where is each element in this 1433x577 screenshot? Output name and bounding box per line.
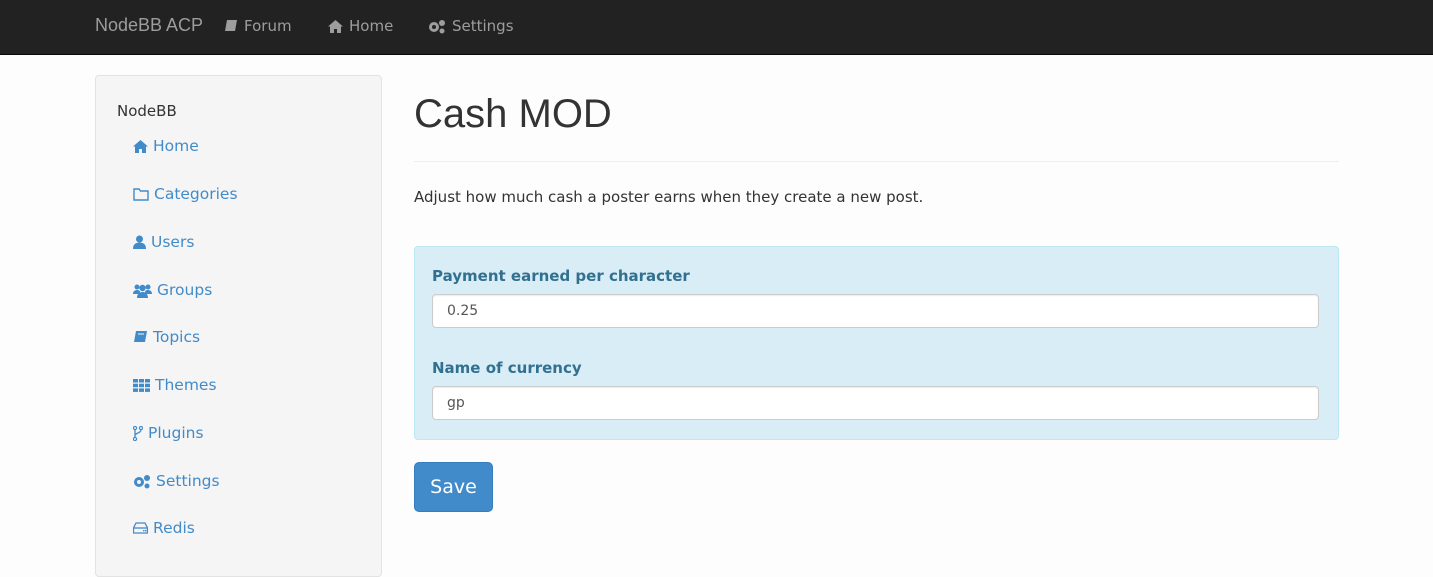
home-icon bbox=[133, 139, 148, 153]
currency-label: Name of currency bbox=[432, 359, 582, 377]
group-icon bbox=[133, 284, 152, 298]
book-icon bbox=[134, 331, 147, 342]
user-icon bbox=[133, 235, 146, 249]
sidebar-item-label: Themes bbox=[155, 376, 217, 394]
nav-forum-link[interactable]: Forum bbox=[224, 17, 292, 35]
code-fork-icon bbox=[133, 425, 143, 441]
home-icon bbox=[328, 19, 343, 33]
nav-forum-label: Forum bbox=[244, 17, 292, 35]
cogs-icon bbox=[429, 19, 445, 33]
payment-input[interactable] bbox=[432, 294, 1319, 328]
currency-input[interactable] bbox=[432, 386, 1319, 420]
hdd-icon bbox=[133, 522, 148, 534]
sidebar-item-plugins[interactable]: Plugins bbox=[133, 424, 204, 442]
sidebar-item-label: Home bbox=[153, 137, 199, 155]
sidebar-item-label: Categories bbox=[154, 185, 238, 203]
sidebar-item-settings[interactable]: Settings bbox=[133, 472, 220, 490]
sidebar-item-themes[interactable]: Themes bbox=[133, 376, 217, 394]
sidebar-item-redis[interactable]: Redis bbox=[133, 519, 195, 537]
page-description: Adjust how much cash a poster earns when… bbox=[414, 188, 924, 206]
nav-settings-label: Settings bbox=[452, 17, 514, 35]
folder-icon bbox=[133, 187, 149, 201]
sidebar-item-label: Plugins bbox=[148, 424, 204, 442]
sidebar: NodeBB Home Categories Users Groups Topi… bbox=[95, 75, 382, 577]
page-title: Cash MOD bbox=[414, 92, 612, 136]
sidebar-item-label: Groups bbox=[157, 281, 213, 299]
cogs-icon bbox=[134, 474, 150, 488]
sidebar-item-label: Topics bbox=[153, 328, 201, 346]
settings-form-panel: Payment earned per character Name of cur… bbox=[414, 246, 1339, 440]
sidebar-title: NodeBB bbox=[117, 102, 177, 120]
nav-home-link[interactable]: Home bbox=[328, 17, 393, 35]
book-icon bbox=[225, 20, 237, 31]
save-button[interactable]: Save bbox=[414, 462, 493, 512]
brand-link[interactable]: NodeBB ACP bbox=[95, 15, 203, 36]
payment-label: Payment earned per character bbox=[432, 267, 690, 285]
grid-icon bbox=[133, 378, 150, 392]
title-divider bbox=[414, 161, 1339, 162]
sidebar-item-categories[interactable]: Categories bbox=[133, 185, 238, 203]
sidebar-item-users[interactable]: Users bbox=[133, 233, 194, 251]
top-navbar: NodeBB ACP Forum Home Settings bbox=[0, 0, 1433, 55]
nav-home-label: Home bbox=[349, 17, 394, 35]
nav-settings-link[interactable]: Settings bbox=[428, 17, 514, 35]
sidebar-item-label: Settings bbox=[156, 472, 220, 490]
sidebar-item-groups[interactable]: Groups bbox=[133, 281, 212, 299]
sidebar-item-topics[interactable]: Topics bbox=[133, 328, 200, 346]
sidebar-item-label: Users bbox=[151, 233, 195, 251]
sidebar-item-home[interactable]: Home bbox=[133, 137, 199, 155]
sidebar-item-label: Redis bbox=[153, 519, 195, 537]
